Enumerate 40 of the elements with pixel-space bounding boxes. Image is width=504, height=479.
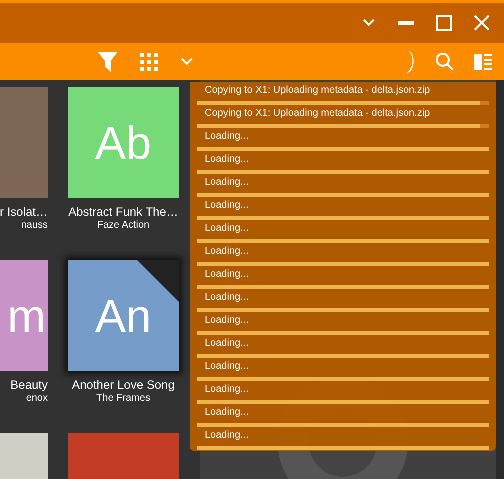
album-title: Another Love Song (72, 378, 175, 392)
task-label: Copying to X1: Uploading metadata - delta.json.zip (204, 85, 432, 97)
task-label: Loading... (204, 407, 250, 419)
task-label: Loading... (204, 269, 250, 281)
album-tile[interactable]: Ab (68, 87, 179, 198)
task-label: Loading... (204, 246, 250, 258)
task-label: Loading... (204, 430, 250, 442)
album-artist: nauss (21, 220, 48, 232)
task-label: Loading... (204, 177, 250, 189)
album-artist: The Frames (96, 393, 150, 405)
task-label: Loading... (204, 338, 250, 350)
task-label: Loading... (204, 223, 250, 235)
album-initials: An (95, 292, 152, 338)
album-initials: m (8, 292, 46, 338)
maximize-icon[interactable] (436, 15, 452, 31)
album-artist: enox (26, 393, 48, 405)
scrollbar[interactable] (496, 80, 504, 479)
album-artist: Faze Action (97, 220, 150, 232)
close-icon[interactable] (474, 15, 490, 31)
grid-icon[interactable] (140, 52, 158, 70)
album-title: Abstract Funk The… (68, 205, 178, 219)
task-label: Loading... (204, 292, 250, 304)
panel-icon[interactable] (474, 54, 492, 70)
chevron-down-icon[interactable] (362, 18, 376, 28)
album-initials: Ab (95, 120, 152, 166)
task-label: Loading... (204, 200, 250, 212)
filter-icon[interactable] (98, 52, 118, 72)
task-label: Loading... (204, 384, 250, 396)
task-label: Copying to X1: Uploading metadata - delta.json.zip (204, 108, 432, 120)
chevron-down-icon[interactable] (180, 56, 194, 66)
task-label: Loading... (204, 315, 250, 327)
task-label: Loading... (204, 361, 250, 373)
search-icon[interactable] (436, 52, 454, 70)
moon-icon[interactable] (406, 50, 416, 72)
task-label: Loading... (204, 154, 250, 166)
task-label: Loading... (204, 131, 250, 143)
album-tile[interactable]: An (68, 260, 179, 371)
album-title: Beauty (10, 378, 48, 392)
album-tile[interactable]: m (0, 260, 48, 371)
album-title: r Isolat… (0, 205, 48, 219)
